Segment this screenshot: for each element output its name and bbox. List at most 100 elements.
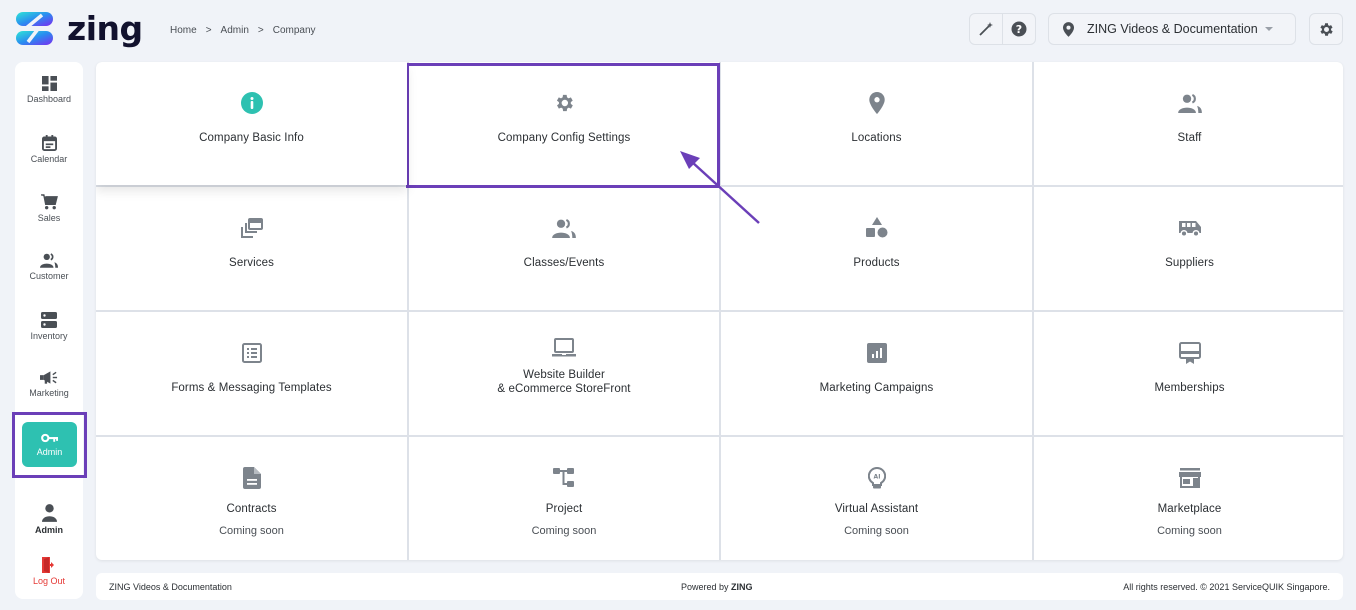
chevron-down-icon	[1264, 27, 1273, 31]
card-title: Virtual Assistant	[834, 503, 919, 515]
card-contracts[interactable]: Contracts Coming soon	[96, 437, 407, 560]
card-virtual-assistant[interactable]: AI Virtual Assistant Coming soon	[721, 437, 1032, 560]
help-icon: ?	[1011, 21, 1027, 37]
card-title: Products	[853, 257, 900, 269]
card-title: Company Basic Info	[199, 132, 304, 144]
sidebar-profile[interactable]: Admin	[15, 504, 83, 535]
card-title: Staff	[1177, 132, 1202, 144]
header-tools: ?	[969, 13, 1036, 45]
card-company-basic-info[interactable]: Company Basic Info	[96, 62, 407, 185]
card-locations[interactable]: Locations	[721, 62, 1032, 185]
magic-wand-button[interactable]	[970, 14, 1002, 44]
card-title: Company Config Settings	[497, 132, 631, 144]
location-pin-icon	[868, 92, 885, 114]
card-marketplace[interactable]: Marketplace Coming soon	[1034, 437, 1343, 560]
footer-docs-link[interactable]: ZING Videos & Documentation	[109, 582, 232, 592]
sidebar-item-customer[interactable]: Customer	[15, 253, 83, 281]
card-title: Marketing Campaigns	[819, 382, 934, 394]
card-marketing-campaigns[interactable]: Marketing Campaigns	[721, 312, 1032, 435]
svg-text:?: ?	[1016, 23, 1022, 36]
storage-icon	[41, 312, 57, 328]
list-form-icon	[241, 343, 262, 363]
card-title-line-1: Website Builder	[523, 369, 605, 381]
magic-wand-icon	[979, 22, 993, 36]
card-title: Project	[545, 503, 583, 515]
sidebar-profile-label: Admin	[35, 525, 63, 535]
info-icon	[240, 92, 263, 114]
layers-icon	[240, 218, 263, 238]
sidebar-item-label: Calendar	[30, 154, 68, 164]
card-title-line-2: & eCommerce StoreFront	[497, 383, 631, 395]
breadcrumb-separator: >	[205, 25, 212, 36]
footer-powered-by: Powered by ZING	[681, 582, 753, 592]
bar-chart-icon	[866, 343, 887, 363]
sidebar-item-label: Sales	[37, 213, 61, 223]
sidebar-item-calendar[interactable]: Calendar	[15, 135, 83, 164]
card-products[interactable]: Products	[721, 187, 1032, 310]
help-button[interactable]: ?	[1002, 14, 1035, 44]
card-suppliers[interactable]: Suppliers	[1034, 187, 1343, 310]
footer-brand: ZING	[731, 581, 753, 592]
card-forms-messaging-templates[interactable]: Forms & Messaging Templates	[96, 312, 407, 435]
logout-icon	[42, 557, 54, 573]
sidebar-item-dashboard[interactable]: Dashboard	[15, 76, 83, 104]
card-website-builder[interactable]: Website Builder & eCommerce StoreFront	[409, 312, 719, 435]
coming-soon-label: Coming soon	[1157, 525, 1222, 537]
breadcrumb-company: Company	[272, 25, 316, 36]
card-staff[interactable]: Staff	[1034, 62, 1343, 185]
card-memberships[interactable]: Memberships	[1034, 312, 1343, 435]
card-services[interactable]: Services	[96, 187, 407, 310]
gear-icon	[1319, 22, 1333, 36]
calendar-icon	[41, 135, 57, 151]
logo-text: zing	[67, 9, 143, 48]
coming-soon-label: Coming soon	[844, 525, 909, 537]
zing-logo-icon	[16, 12, 53, 45]
laptop-icon	[552, 337, 576, 356]
settings-button[interactable]	[1309, 13, 1343, 45]
tree-icon	[553, 468, 574, 487]
footer: ZING Videos & Documentation Powered by Z…	[96, 573, 1343, 600]
card-title: Website Builder & eCommerce StoreFront	[497, 368, 630, 396]
dashboard-icon	[41, 76, 57, 91]
card-classes-events[interactable]: Classes/Events	[409, 187, 719, 310]
sidebar-item-label: Inventory	[30, 331, 68, 341]
card-membership-icon	[1178, 342, 1201, 364]
breadcrumb-home[interactable]: Home	[170, 25, 197, 36]
breadcrumb-separator: >	[257, 25, 264, 36]
svg-text:AI: AI	[873, 474, 880, 481]
gear-icon	[556, 94, 573, 112]
people-icon	[552, 218, 576, 238]
card-title: Memberships	[1154, 382, 1225, 394]
coming-soon-label: Coming soon	[219, 525, 284, 537]
sidebar-item-marketing[interactable]: Marketing	[15, 371, 83, 398]
ai-bulb-icon: AI	[867, 467, 886, 489]
breadcrumb-admin[interactable]: Admin	[221, 25, 249, 36]
logout-label: Log Out	[32, 576, 66, 586]
sidebar: Dashboard Calendar Sales Customer Invent…	[15, 62, 83, 599]
sidebar-item-inventory[interactable]: Inventory	[15, 312, 83, 341]
cart-icon	[40, 194, 58, 210]
card-company-config-settings[interactable]: Company Config Settings	[409, 62, 719, 185]
card-title: Forms & Messaging Templates	[171, 382, 332, 394]
breadcrumb: Home > Admin > Company	[170, 25, 316, 36]
location-selector-value: ZING Videos & Documentation	[1087, 22, 1258, 36]
sidebar-item-label: Marketing	[29, 388, 69, 398]
sidebar-item-label: Dashboard	[26, 94, 72, 104]
card-title: Services	[229, 257, 274, 269]
card-title: Contracts	[226, 503, 277, 515]
sidebar-item-sales[interactable]: Sales	[15, 194, 83, 223]
card-project[interactable]: Project Coming soon	[409, 437, 719, 560]
app-logo[interactable]: zing	[16, 12, 143, 45]
store-icon	[1178, 468, 1201, 488]
footer-copyright: All rights reserved. © 2021 ServiceQUIK …	[1123, 581, 1330, 592]
card-title: Classes/Events	[523, 257, 605, 269]
footer-powered-prefix: Powered by	[681, 581, 729, 592]
location-selector[interactable]: ZING Videos & Documentation	[1048, 13, 1296, 45]
card-title: Locations	[851, 132, 902, 144]
logout-button[interactable]: Log Out	[15, 557, 83, 586]
document-icon	[242, 467, 261, 489]
card-title: Suppliers	[1165, 257, 1214, 269]
user-icon	[41, 504, 57, 522]
location-pin-icon	[1063, 21, 1074, 37]
people-icon	[40, 253, 58, 268]
